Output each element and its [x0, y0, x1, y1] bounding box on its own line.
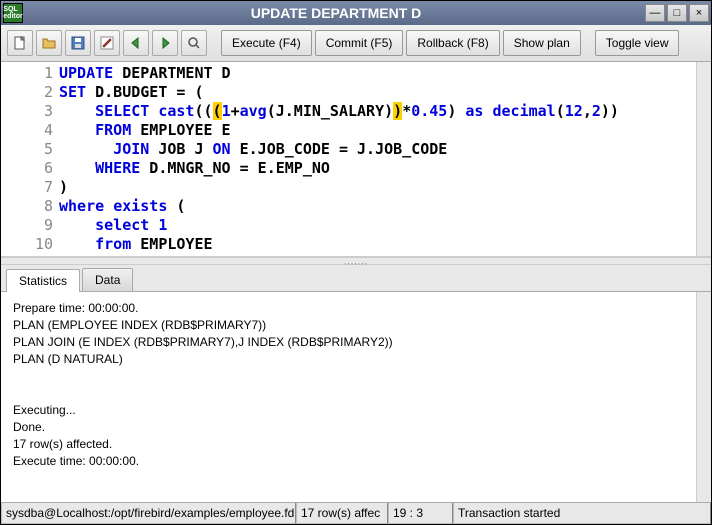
splitter-handle[interactable]: ,,,,,,, [1, 257, 711, 265]
show-plan-button[interactable]: Show plan [503, 30, 581, 56]
stats-scrollbar[interactable] [696, 292, 711, 502]
new-file-icon[interactable] [7, 30, 33, 56]
rollback-button[interactable]: Rollback (F8) [406, 30, 499, 56]
minimize-button[interactable]: — [645, 4, 665, 22]
commit-button[interactable]: Commit (F5) [315, 30, 404, 56]
back-icon[interactable] [123, 30, 149, 56]
maximize-button[interactable]: □ [667, 4, 687, 22]
open-file-icon[interactable] [36, 30, 62, 56]
tab-statistics[interactable]: Statistics [6, 269, 80, 292]
app-icon: SQLeditor [3, 3, 23, 23]
save-icon[interactable] [65, 30, 91, 56]
status-cursor: 19 : 3 [388, 503, 453, 524]
statistics-text: Prepare time: 00:00:00. PLAN (EMPLOYEE I… [1, 292, 711, 478]
close-button[interactable]: × [689, 4, 709, 22]
line-gutter: 12345678910 [1, 64, 59, 254]
toggle-view-button[interactable]: Toggle view [595, 30, 680, 56]
status-connection: sysdba@Localhost:/opt/firebird/examples/… [1, 503, 296, 524]
tab-data[interactable]: Data [82, 268, 133, 291]
window-title: UPDATE DEPARTMENT D [27, 5, 645, 21]
execute-button[interactable]: Execute (F4) [221, 30, 312, 56]
toolbar: Execute (F4) Commit (F5) Rollback (F8) S… [1, 25, 711, 62]
sql-editor[interactable]: 12345678910 UPDATE DEPARTMENT DSET D.BUD… [1, 62, 711, 257]
editor-scrollbar[interactable] [696, 62, 711, 256]
search-icon[interactable] [181, 30, 207, 56]
result-tabs: Statistics Data [1, 265, 711, 292]
forward-icon[interactable] [152, 30, 178, 56]
code-content[interactable]: UPDATE DEPARTMENT DSET D.BUDGET = ( SELE… [59, 64, 711, 254]
statistics-panel: Prepare time: 00:00:00. PLAN (EMPLOYEE I… [1, 292, 711, 502]
statusbar: sysdba@Localhost:/opt/firebird/examples/… [1, 502, 711, 524]
edit-icon[interactable] [94, 30, 120, 56]
titlebar: SQLeditor UPDATE DEPARTMENT D — □ × [1, 1, 711, 25]
status-transaction: Transaction started [453, 503, 711, 524]
status-rows: 17 row(s) affec [296, 503, 388, 524]
